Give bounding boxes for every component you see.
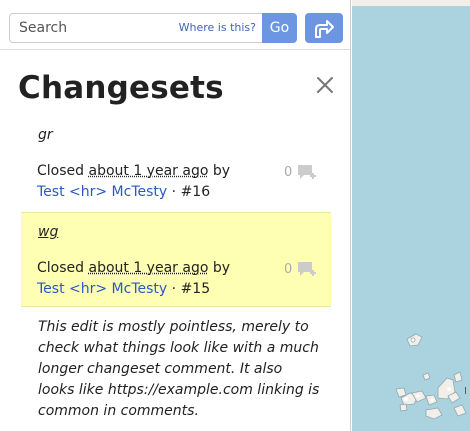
where-is-this-link[interactable]: Where is this?: [179, 21, 256, 34]
search-input[interactable]: Search Where is this?: [9, 13, 263, 43]
comment-count: 0: [284, 262, 293, 277]
changeset-user-link[interactable]: Test <hr> McTesty: [37, 281, 167, 297]
changeset-meta: Closed about 1 year ago by Test <hr> McT…: [37, 258, 257, 300]
changeset-id: #16: [180, 184, 211, 200]
changeset-by: by: [212, 260, 231, 276]
comment-bubble-icon: [298, 165, 316, 179]
directions-icon: [315, 20, 334, 38]
changeset-item[interactable]: This edit is mostly pointless, merely to…: [21, 307, 331, 431]
changeset-item[interactable]: gr Closed about 1 year ago by Test <hr> …: [21, 120, 331, 212]
changeset-separator: ·: [171, 281, 177, 297]
map-place-label: I: [464, 386, 467, 397]
changeset-comment: gr: [38, 127, 53, 143]
go-button[interactable]: Go: [262, 13, 297, 43]
search-placeholder: Search: [19, 20, 68, 36]
comment-bubble-icon: [298, 262, 316, 276]
changeset-status: Closed: [37, 260, 85, 276]
changeset-time: about 1 year ago: [88, 260, 209, 276]
sidebar: Search Where is this? Go Changesets gr C…: [0, 0, 351, 431]
changeset-separator: ·: [171, 184, 177, 200]
page-title: Changesets: [18, 70, 224, 106]
comment-count: 0: [284, 165, 293, 180]
map-islands: [395, 333, 467, 420]
changeset-user-link[interactable]: Test <hr> McTesty: [37, 184, 167, 200]
changeset-time: about 1 year ago: [88, 163, 209, 179]
changeset-item[interactable]: wg Closed about 1 year ago by Test <hr> …: [21, 212, 331, 307]
changeset-id: #15: [180, 281, 211, 297]
map[interactable]: I: [352, 0, 470, 431]
changeset-comment: This edit is mostly pointless, merely to…: [38, 319, 320, 419]
close-icon[interactable]: [314, 74, 336, 96]
changeset-comment: wg: [38, 224, 59, 240]
changeset-by: by: [212, 163, 231, 179]
changeset-meta: Closed about 1 year ago by Test <hr> McT…: [37, 161, 257, 203]
directions-button[interactable]: [305, 13, 343, 43]
changeset-status: Closed: [37, 163, 85, 179]
search-bar: Search Where is this? Go: [0, 0, 350, 50]
